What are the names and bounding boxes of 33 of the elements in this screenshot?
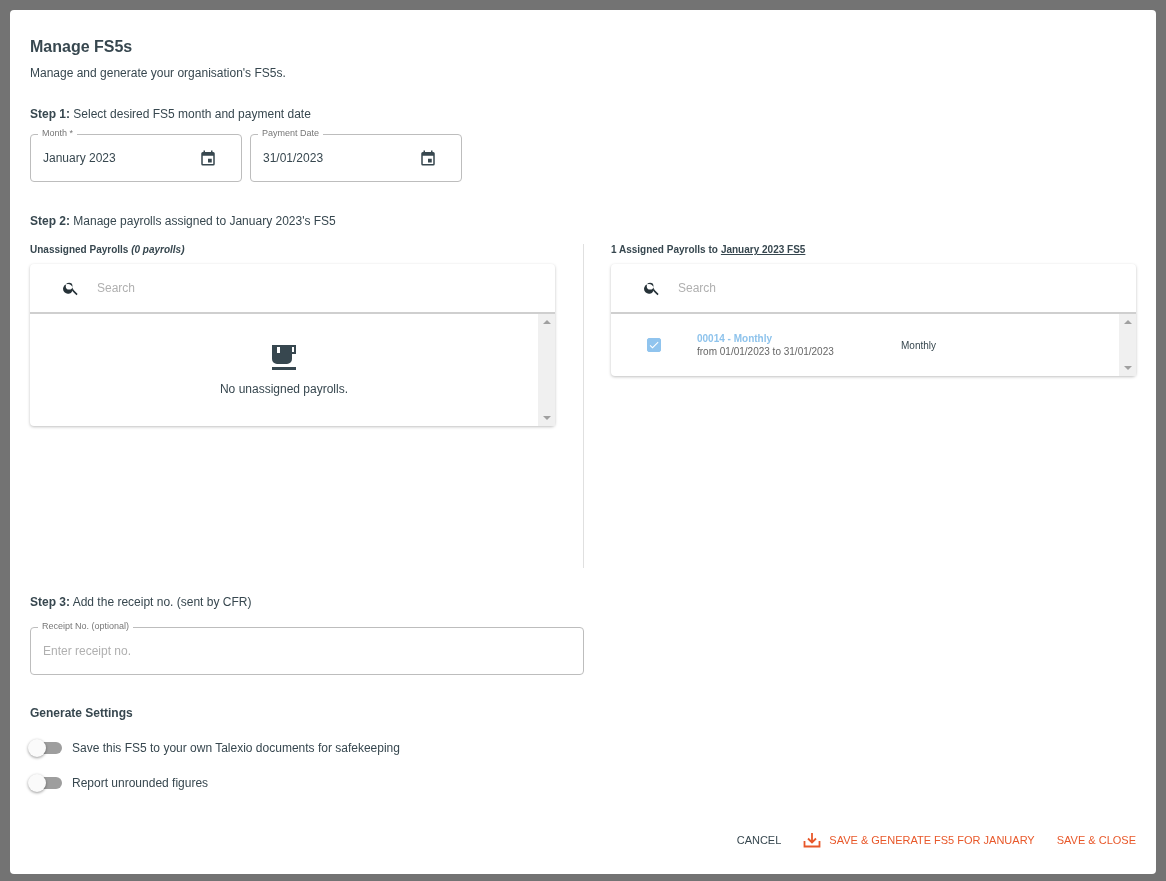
- empty-message: No unassigned payrolls.: [219, 381, 349, 396]
- action-button[interactable]: SAVE & GENERATE FS5 FOR JANUARY: [793, 826, 1045, 854]
- field-label: Receipt No. (optional): [38, 621, 134, 632]
- toggle-label: Save this FS5 to your own Talexio documents for safekeeping: [72, 741, 400, 755]
- action-button[interactable]: CANCEL: [726, 826, 792, 854]
- section-heading: Generate Settings: [30, 706, 134, 720]
- checkbox[interactable]: [647, 338, 661, 352]
- dialog-subtitle: Manage and generate your organisation's FS5s.: [30, 66, 287, 80]
- field-value: 31/01/2023: [263, 151, 324, 165]
- panel-title: 1 Assigned Payrolls to: [611, 244, 718, 257]
- field-label: Payment Date: [258, 128, 324, 139]
- toggle-switch[interactable]: [30, 742, 62, 754]
- step-heading: Step 2: Manage payrolls assigned to January 2023's FS5: [30, 214, 337, 228]
- field-value: January 2023: [43, 151, 116, 165]
- field-label: Month *: [38, 128, 78, 139]
- calendar-icon: [199, 149, 217, 167]
- scrollbar[interactable]: [538, 314, 555, 426]
- action-button[interactable]: SAVE & CLOSE: [1046, 826, 1146, 854]
- search-field[interactable]: Search: [676, 280, 1100, 296]
- search-field[interactable]: Search: [95, 280, 519, 296]
- step-heading: Step 1: Select desired FS5 month and payment date: [30, 107, 312, 121]
- payroll-frequency: Monthly: [901, 339, 936, 351]
- step-heading: Step 3: Add the receipt no. (sent by CFR): [30, 595, 253, 609]
- toggle-switch[interactable]: [30, 777, 62, 789]
- cup-icon: [271, 344, 297, 370]
- panel-title: Unassigned Payrolls (0 payrolls): [30, 244, 186, 257]
- toggle-label: Report unrounded figures: [72, 776, 209, 790]
- payroll-period: from 01/01/2023 to 31/01/2023: [697, 346, 835, 357]
- dialog-title: Manage FS5s: [30, 38, 134, 56]
- scrollbar[interactable]: [1119, 314, 1136, 376]
- fs5-link[interactable]: January 2023 FS5: [720, 244, 806, 264]
- download-icon: [803, 832, 822, 848]
- calendar-icon: [419, 149, 437, 167]
